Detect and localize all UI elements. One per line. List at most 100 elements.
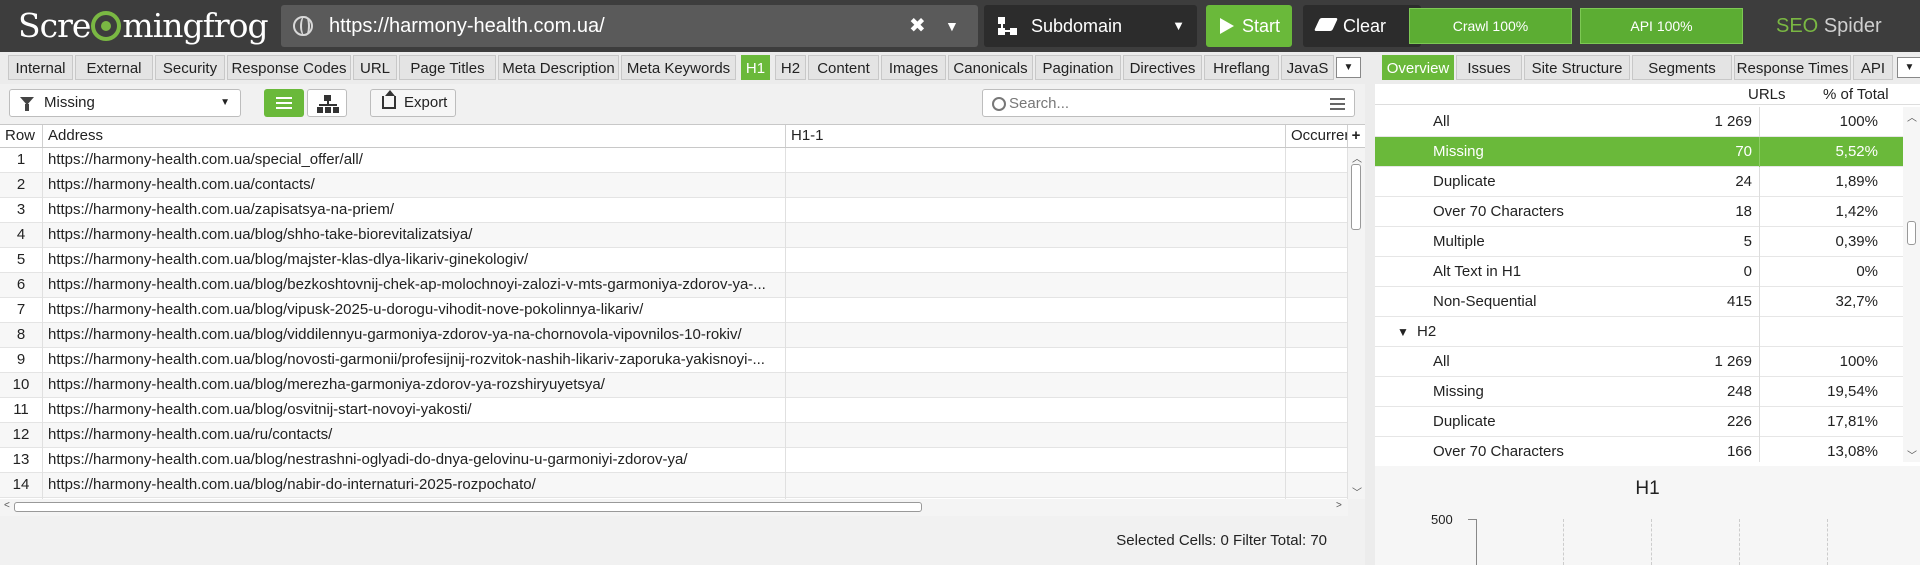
export-button[interactable]: Export: [370, 89, 456, 117]
scroll-left-icon[interactable]: <: [4, 500, 10, 511]
h1-cell[interactable]: [786, 323, 1286, 348]
overview-row[interactable]: Over 70 Characters 18 1,42%: [1375, 197, 1903, 227]
tab-page-titles[interactable]: Page Titles: [399, 55, 496, 80]
table-row[interactable]: 12 https://harmony-health.com.ua/ru/conta…: [0, 423, 1348, 448]
url-input-box[interactable]: https://harmony-health.com.ua/ ✖ ▼: [281, 5, 978, 47]
table-row[interactable]: 9 https://harmony-health.com.ua/blog/novo…: [0, 348, 1348, 373]
filter-select[interactable]: Missing ▼: [9, 89, 241, 117]
h1-cell[interactable]: [786, 398, 1286, 423]
occurrences-cell[interactable]: [1286, 198, 1348, 223]
h1-cell[interactable]: [786, 348, 1286, 373]
table-row[interactable]: 4 https://harmony-health.com.ua/blog/shho…: [0, 223, 1348, 248]
tab-issues[interactable]: Issues: [1456, 55, 1522, 80]
tab-overview[interactable]: Overview: [1382, 55, 1454, 80]
column-header-pct-total[interactable]: % of Total: [1823, 84, 1889, 105]
right-tabs-overflow-chevron-icon[interactable]: ▼: [1897, 57, 1920, 78]
h1-cell[interactable]: [786, 473, 1286, 498]
overview-row[interactable]: Multiple 5 0,39%: [1375, 227, 1903, 257]
grid-horizontal-scrollbar[interactable]: < >: [0, 499, 1348, 516]
h1-cell[interactable]: [786, 448, 1286, 473]
scroll-up-icon[interactable]: ︿: [1907, 109, 1917, 124]
start-button[interactable]: Start: [1206, 5, 1292, 47]
overview-row[interactable]: Alt Text in H1 0 0%: [1375, 257, 1903, 287]
add-column-icon[interactable]: +: [1347, 126, 1365, 146]
occurrences-cell[interactable]: [1286, 148, 1348, 173]
panel-divider[interactable]: [1365, 62, 1375, 565]
address-cell[interactable]: https://harmony-health.com.ua/blog/bezko…: [43, 273, 786, 298]
overview-row[interactable]: Missing 70 5,52%: [1375, 137, 1903, 167]
tab-canonicals[interactable]: Canonicals: [948, 55, 1033, 80]
occurrences-cell[interactable]: [1286, 348, 1348, 373]
overview-row[interactable]: Over 70 Characters 166 13,08%: [1375, 437, 1903, 462]
table-row[interactable]: 1 https://harmony-health.com.ua/special_o…: [0, 148, 1348, 173]
collapse-triangle-icon[interactable]: ▼: [1397, 317, 1409, 347]
address-cell[interactable]: https://harmony-health.com.ua/blog/nabir…: [43, 473, 786, 498]
tab-meta-keywords[interactable]: Meta Keywords: [621, 55, 736, 80]
scrollbar-thumb[interactable]: [1907, 221, 1916, 245]
address-cell[interactable]: https://harmony-health.com.ua/special_of…: [43, 148, 786, 173]
h1-cell[interactable]: [786, 198, 1286, 223]
tab-site-structure[interactable]: Site Structure: [1524, 55, 1630, 80]
column-header-urls[interactable]: URLs: [1748, 84, 1786, 105]
tab-internal[interactable]: Internal: [8, 55, 73, 80]
h1-cell[interactable]: [786, 248, 1286, 273]
address-cell[interactable]: https://harmony-health.com.ua/blog/viddi…: [43, 323, 786, 348]
table-row[interactable]: 14 https://harmony-health.com.ua/blog/nab…: [0, 473, 1348, 498]
occurrences-cell[interactable]: [1286, 323, 1348, 348]
h1-cell[interactable]: [786, 298, 1286, 323]
h1-cell[interactable]: [786, 423, 1286, 448]
overview-group-row[interactable]: ▼ H2: [1375, 317, 1903, 347]
column-header-h1-1[interactable]: H1-1: [786, 125, 1286, 147]
table-row[interactable]: 8 https://harmony-health.com.ua/blog/vidd…: [0, 323, 1348, 348]
h1-cell[interactable]: [786, 273, 1286, 298]
table-row[interactable]: 6 https://harmony-health.com.ua/blog/bezk…: [0, 273, 1348, 298]
crawl-mode-select[interactable]: Subdomain ▼: [984, 5, 1197, 47]
column-header-address[interactable]: Address: [43, 125, 786, 147]
overview-row[interactable]: Non-Sequential 415 32,7%: [1375, 287, 1903, 317]
overview-scrollbar[interactable]: ︿ ﹀: [1903, 107, 1920, 462]
column-header-row[interactable]: Row: [0, 125, 43, 147]
overview-row[interactable]: Duplicate 226 17,81%: [1375, 407, 1903, 437]
address-cell[interactable]: https://harmony-health.com.ua/blog/majst…: [43, 248, 786, 273]
tabs-overflow-chevron-icon[interactable]: ▼: [1336, 57, 1361, 78]
scroll-down-icon[interactable]: ﹀: [1907, 447, 1917, 462]
address-cell[interactable]: https://harmony-health.com.ua/blog/novos…: [43, 348, 786, 373]
clear-button[interactable]: Clear: [1303, 5, 1421, 47]
occurrences-cell[interactable]: [1286, 373, 1348, 398]
tab-h1[interactable]: H1: [741, 55, 770, 80]
occurrences-cell[interactable]: [1286, 223, 1348, 248]
h1-cell[interactable]: [786, 223, 1286, 248]
scroll-up-icon[interactable]: ︿: [1352, 150, 1362, 165]
h1-cell[interactable]: [786, 148, 1286, 173]
address-cell[interactable]: https://harmony-health.com.ua/ru/contact…: [43, 423, 786, 448]
tab-images[interactable]: Images: [881, 55, 946, 80]
address-cell[interactable]: https://harmony-health.com.ua/blog/osvit…: [43, 398, 786, 423]
address-cell[interactable]: https://harmony-health.com.ua/blog/shho-…: [43, 223, 786, 248]
url-history-dropdown-icon[interactable]: ▼: [945, 5, 959, 47]
search-settings-icon[interactable]: [1330, 97, 1345, 110]
scrollbar-thumb[interactable]: [1351, 164, 1361, 230]
overview-row[interactable]: All 1 269 100%: [1375, 347, 1903, 377]
table-row[interactable]: 3 https://harmony-health.com.ua/zapisatsy…: [0, 198, 1348, 223]
tab-segments[interactable]: Segments: [1632, 55, 1732, 80]
overview-row[interactable]: All 1 269 100%: [1375, 107, 1903, 137]
table-row[interactable]: 7 https://harmony-health.com.ua/blog/vipu…: [0, 298, 1348, 323]
table-row[interactable]: 13 https://harmony-health.com.ua/blog/nes…: [0, 448, 1348, 473]
tab-pagination[interactable]: Pagination: [1035, 55, 1121, 80]
column-header-occurrences[interactable]: Occurrer: [1286, 125, 1348, 147]
tab-response-codes[interactable]: Response Codes: [227, 55, 351, 80]
tab-external[interactable]: External: [75, 55, 153, 80]
address-cell[interactable]: https://harmony-health.com.ua/blog/merez…: [43, 373, 786, 398]
search-input[interactable]: [1009, 93, 1309, 113]
search-box[interactable]: [982, 89, 1355, 117]
tab-content[interactable]: Content: [808, 55, 879, 80]
tree-view-button[interactable]: [307, 89, 347, 117]
tab-directives[interactable]: Directives: [1123, 55, 1202, 80]
occurrences-cell[interactable]: [1286, 248, 1348, 273]
scrollbar-thumb[interactable]: [14, 502, 922, 512]
table-row[interactable]: 10 https://harmony-health.com.ua/blog/mer…: [0, 373, 1348, 398]
tab-api[interactable]: API: [1853, 55, 1893, 80]
overview-row[interactable]: Duplicate 24 1,89%: [1375, 167, 1903, 197]
url-input[interactable]: https://harmony-health.com.ua/: [329, 5, 605, 47]
h1-cell[interactable]: [786, 173, 1286, 198]
